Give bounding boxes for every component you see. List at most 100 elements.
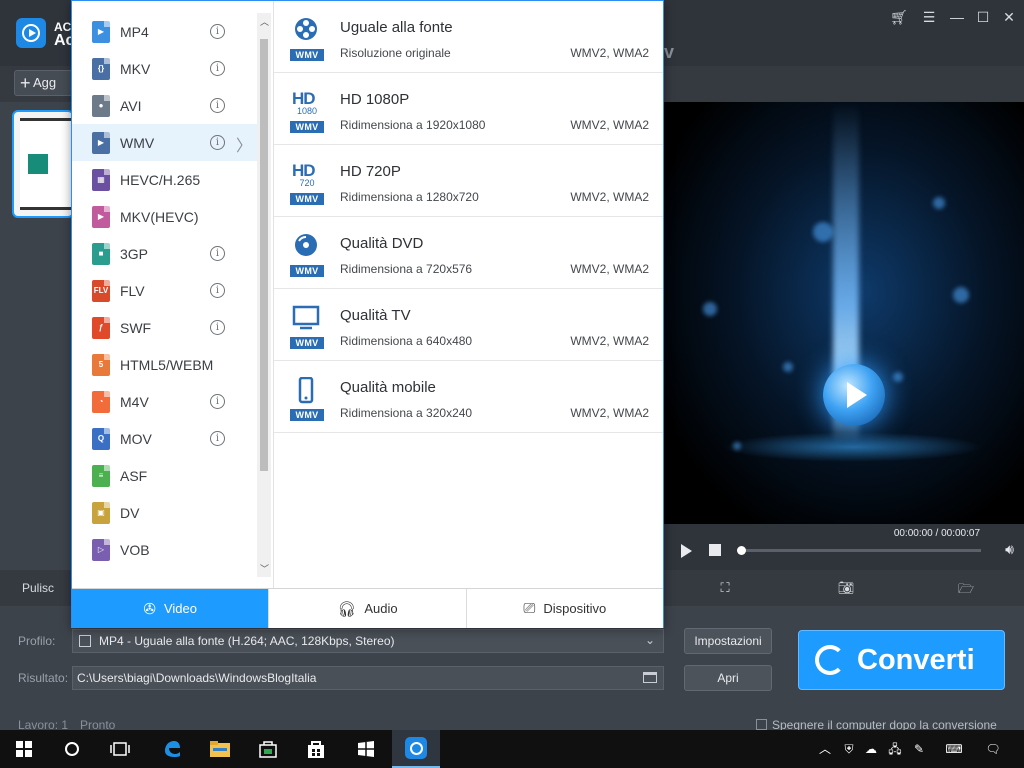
explorer-button[interactable] bbox=[196, 730, 244, 768]
preset-title: Qualità TV bbox=[340, 307, 411, 324]
preset-codec: WMV2, WMA2 bbox=[570, 334, 649, 348]
shield-icon[interactable]: ⛨ bbox=[840, 740, 858, 758]
info-icon[interactable]: i bbox=[210, 320, 225, 335]
format-item-dv[interactable]: ▣ DV bbox=[72, 494, 257, 531]
info-icon[interactable]: i bbox=[210, 61, 225, 76]
format-item-hevc-h-265[interactable]: ▦ HEVC/H.265 bbox=[72, 161, 257, 198]
preset-item-hd1080[interactable]: HD 1080 WMV HD 1080P Ridimensiona a 1920x108… bbox=[274, 73, 663, 145]
info-icon[interactable]: i bbox=[210, 98, 225, 113]
edge-button[interactable] bbox=[148, 730, 196, 768]
chevron-up-icon[interactable]: ︿ bbox=[260, 15, 269, 28]
convert-button[interactable]: Converti bbox=[798, 630, 1005, 690]
browse-folder-icon[interactable] bbox=[643, 672, 657, 683]
preset-item-tv[interactable]: WMV Qualità TV Ridimensiona a 640x480 WMV2,… bbox=[274, 289, 663, 361]
crop-icon[interactable]: ⛶ bbox=[716, 580, 734, 596]
format-label: 3GP bbox=[120, 245, 149, 262]
info-icon[interactable]: i bbox=[210, 246, 225, 261]
format-item-avi[interactable]: ● AVI i bbox=[72, 87, 257, 124]
preset-resolution: Ridimensiona a 640x480 bbox=[340, 334, 473, 348]
search-button[interactable] bbox=[48, 730, 96, 768]
info-icon[interactable]: i bbox=[210, 135, 225, 150]
windows-store-button[interactable] bbox=[292, 730, 340, 768]
stop-icon[interactable] bbox=[709, 544, 721, 556]
shutdown-checkbox[interactable] bbox=[756, 719, 767, 730]
preset-title: Qualità DVD bbox=[340, 235, 424, 252]
format-item-asf[interactable]: ≡ ASF bbox=[72, 457, 257, 494]
file-thumbnail[interactable] bbox=[12, 110, 74, 218]
profile-format-icon bbox=[79, 635, 91, 647]
scroll-thumb[interactable] bbox=[260, 39, 268, 471]
format-item-mp4[interactable]: ▶ MP4 i bbox=[72, 13, 257, 50]
folder-icon bbox=[210, 741, 230, 757]
seek-bar[interactable] bbox=[741, 549, 981, 552]
preset-resolution: Risoluzione originale bbox=[340, 46, 451, 60]
hd1080-preset-icon: HD 1080 WMV bbox=[288, 89, 324, 133]
preset-title: HD 1080P bbox=[340, 91, 410, 108]
format-item-vob[interactable]: ▷ VOB bbox=[72, 531, 257, 568]
chevron-right-icon: 〉 bbox=[236, 138, 253, 155]
clean-list-button[interactable]: Pulisc bbox=[22, 581, 54, 595]
format-item-mkv-hevc-[interactable]: ▶ MKV(HEVC) bbox=[72, 198, 257, 235]
format-glyph: ▶ bbox=[97, 26, 105, 36]
tab-audio[interactable]: 🎧︎ Audio bbox=[268, 589, 466, 628]
chevron-down-icon[interactable]: ﹀ bbox=[260, 562, 269, 575]
camera-icon[interactable]: 📷︎ bbox=[837, 580, 855, 596]
news-button[interactable] bbox=[342, 730, 390, 768]
format-item-flv[interactable]: FLV FLV i bbox=[72, 272, 257, 309]
info-icon[interactable]: i bbox=[210, 24, 225, 39]
minimize-icon[interactable]: — bbox=[946, 8, 968, 26]
format-item-swf[interactable]: ƒ SWF i bbox=[72, 309, 257, 346]
menu-icon[interactable]: ☰ bbox=[918, 8, 940, 26]
preset-item-hd720[interactable]: HD 720 WMV HD 720P Ridimensiona a 1280x720 WM… bbox=[274, 145, 663, 217]
info-icon[interactable]: i bbox=[210, 394, 225, 409]
format-item-wmv[interactable]: ▶ WMV i 〉 bbox=[72, 124, 257, 161]
task-view-button[interactable] bbox=[96, 730, 144, 768]
format-item-m4v[interactable]: ◔ M4V i bbox=[72, 383, 257, 420]
start-button[interactable] bbox=[0, 730, 48, 768]
wmv-tag: WMV bbox=[290, 49, 324, 61]
format-scrollbar[interactable]: ︿ ﹀ bbox=[257, 13, 271, 577]
preview-play-icon[interactable] bbox=[823, 364, 885, 426]
preset-item-dvd[interactable]: WMV Qualità DVD Ridimensiona a 720x576 WMV2… bbox=[274, 217, 663, 289]
cart-icon[interactable]: 🛒︎ bbox=[888, 8, 910, 26]
format-glyph: ▶ bbox=[97, 137, 105, 147]
close-icon[interactable]: ✕ bbox=[998, 8, 1020, 26]
format-file-icon: ■ bbox=[92, 242, 110, 265]
notifications-icon[interactable]: 🗨 bbox=[984, 740, 1002, 758]
preset-item-mobile[interactable]: WMV Qualità mobile Ridimensiona a 320x240 W… bbox=[274, 361, 663, 433]
store-button[interactable] bbox=[244, 730, 292, 768]
output-path-value: C:\Users\biagi\Downloads\WindowsBlogItal… bbox=[77, 671, 317, 685]
format-item-mkv[interactable]: {} MKV i bbox=[72, 50, 257, 87]
converter-taskbar-button[interactable] bbox=[392, 730, 440, 768]
cloud-icon[interactable]: ☁ bbox=[862, 740, 880, 758]
preset-item-source[interactable]: WMV Uguale alla fonte Risoluzione original… bbox=[274, 1, 663, 73]
network-icon[interactable]: 🖧 bbox=[886, 740, 904, 758]
preset-title: HD 720P bbox=[340, 163, 401, 180]
settings-button[interactable]: Impostazioni bbox=[684, 628, 772, 654]
tab-label: Dispositivo bbox=[543, 601, 607, 616]
format-item-3gp[interactable]: ■ 3GP i bbox=[72, 235, 257, 272]
tab-video[interactable]: ✇ Video bbox=[72, 589, 269, 628]
format-dropdown: ▶ MP4 i {} MKV i ● AVI i ▶ WMV i 〉 ▦ HEVC/H.265 ▶ MKV(HE… bbox=[71, 0, 664, 628]
info-icon[interactable]: i bbox=[210, 283, 225, 298]
format-label: HEVC/H.265 bbox=[120, 171, 201, 188]
seek-handle[interactable] bbox=[737, 546, 746, 555]
volume-icon[interactable]: 🔊︎ bbox=[1005, 541, 1014, 558]
chevron-up-icon[interactable]: ︿ bbox=[816, 740, 834, 758]
info-icon[interactable]: i bbox=[210, 431, 225, 446]
tab-dispositivo[interactable]: ⎚ Dispositivo bbox=[465, 589, 663, 628]
pen-icon[interactable]: ✎ bbox=[910, 740, 928, 758]
profile-select[interactable]: MP4 - Uguale alla fonte (H.264; AAC, 128… bbox=[72, 629, 664, 653]
dvd-preset-icon: WMV bbox=[288, 233, 324, 277]
format-item-mov[interactable]: Q MOV i bbox=[72, 420, 257, 457]
output-path-field[interactable]: C:\Users\biagi\Downloads\WindowsBlogItal… bbox=[72, 666, 664, 690]
open-button[interactable]: Apri bbox=[684, 665, 772, 691]
preset-glyph bbox=[291, 233, 321, 264]
format-item-html5-webm[interactable]: 5 HTML5/WEBM bbox=[72, 346, 257, 383]
format-glyph: Q bbox=[97, 433, 105, 443]
play-icon[interactable] bbox=[681, 544, 692, 558]
folder-open-icon[interactable]: 🗁 bbox=[957, 580, 975, 596]
maximize-icon[interactable]: ☐ bbox=[972, 8, 994, 26]
format-file-icon: ◔ bbox=[92, 390, 110, 413]
keyboard-icon[interactable]: ⌨ bbox=[942, 740, 966, 758]
